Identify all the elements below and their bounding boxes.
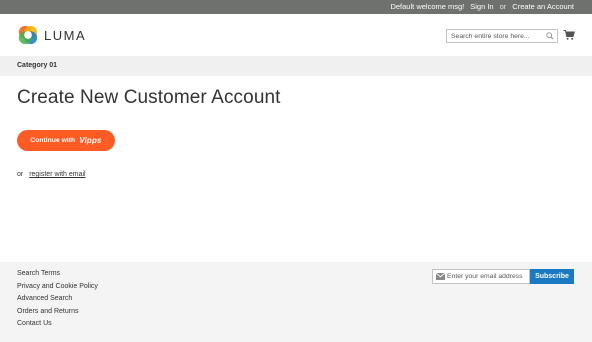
subscribe-button[interactable]: Subscribe xyxy=(530,269,574,284)
footer-link-item: Search Terms xyxy=(17,269,98,282)
newsletter-form: Subscribe xyxy=(432,269,574,284)
page-title: Create New Customer Account xyxy=(17,87,281,108)
vipps-brand-label: Vipps xyxy=(79,136,102,145)
site-header: LUMA xyxy=(0,14,592,56)
welcome-message: Default welcome msg! xyxy=(390,2,465,11)
or-separator: or xyxy=(499,2,507,11)
cart-icon[interactable] xyxy=(563,29,575,41)
breadcrumb: Category 01 xyxy=(0,56,592,76)
footer-link-item: Contact Us xyxy=(17,319,98,332)
footer: Search Terms Privacy and Cookie Policy A… xyxy=(0,262,592,342)
logo[interactable]: LUMA xyxy=(17,24,86,46)
footer-link-contact-us[interactable]: Contact Us xyxy=(17,320,52,327)
footer-link-item: Privacy and Cookie Policy xyxy=(17,282,98,295)
footer-link-item: Advanced Search xyxy=(17,294,98,307)
footer-link-item: Orders and Returns xyxy=(17,307,98,320)
search-input[interactable] xyxy=(447,30,549,42)
newsletter-email-input[interactable] xyxy=(447,270,529,283)
search-box xyxy=(446,29,558,43)
footer-links: Search Terms Privacy and Cookie Policy A… xyxy=(17,269,98,332)
luma-logo-icon xyxy=(18,25,38,45)
footer-link-advanced-search[interactable]: Advanced Search xyxy=(17,295,72,302)
top-bar: Default welcome msg! Sign In or Create a… xyxy=(0,0,592,14)
register-or-text: or xyxy=(17,171,24,178)
logo-text: LUMA xyxy=(44,27,87,43)
search-icon[interactable] xyxy=(546,32,554,40)
footer-link-search-terms[interactable]: Search Terms xyxy=(17,270,60,277)
create-account-link[interactable]: Create an Account xyxy=(512,2,574,12)
register-with-email-link[interactable]: register with email xyxy=(29,171,85,178)
newsletter-field xyxy=(432,269,530,284)
breadcrumb-current: Category 01 xyxy=(17,62,58,69)
register-row: or register with email xyxy=(17,171,86,178)
header-links: Default welcome msg! Sign In or Create a… xyxy=(390,2,574,12)
footer-link-orders-returns[interactable]: Orders and Returns xyxy=(17,308,78,315)
vipps-button-prefix: Continue with xyxy=(30,137,76,144)
footer-link-privacy[interactable]: Privacy and Cookie Policy xyxy=(17,283,98,290)
sign-in-link[interactable]: Sign In xyxy=(470,2,493,12)
mail-icon xyxy=(436,273,445,280)
continue-with-vipps-button[interactable]: Continue with Vipps xyxy=(17,130,115,151)
